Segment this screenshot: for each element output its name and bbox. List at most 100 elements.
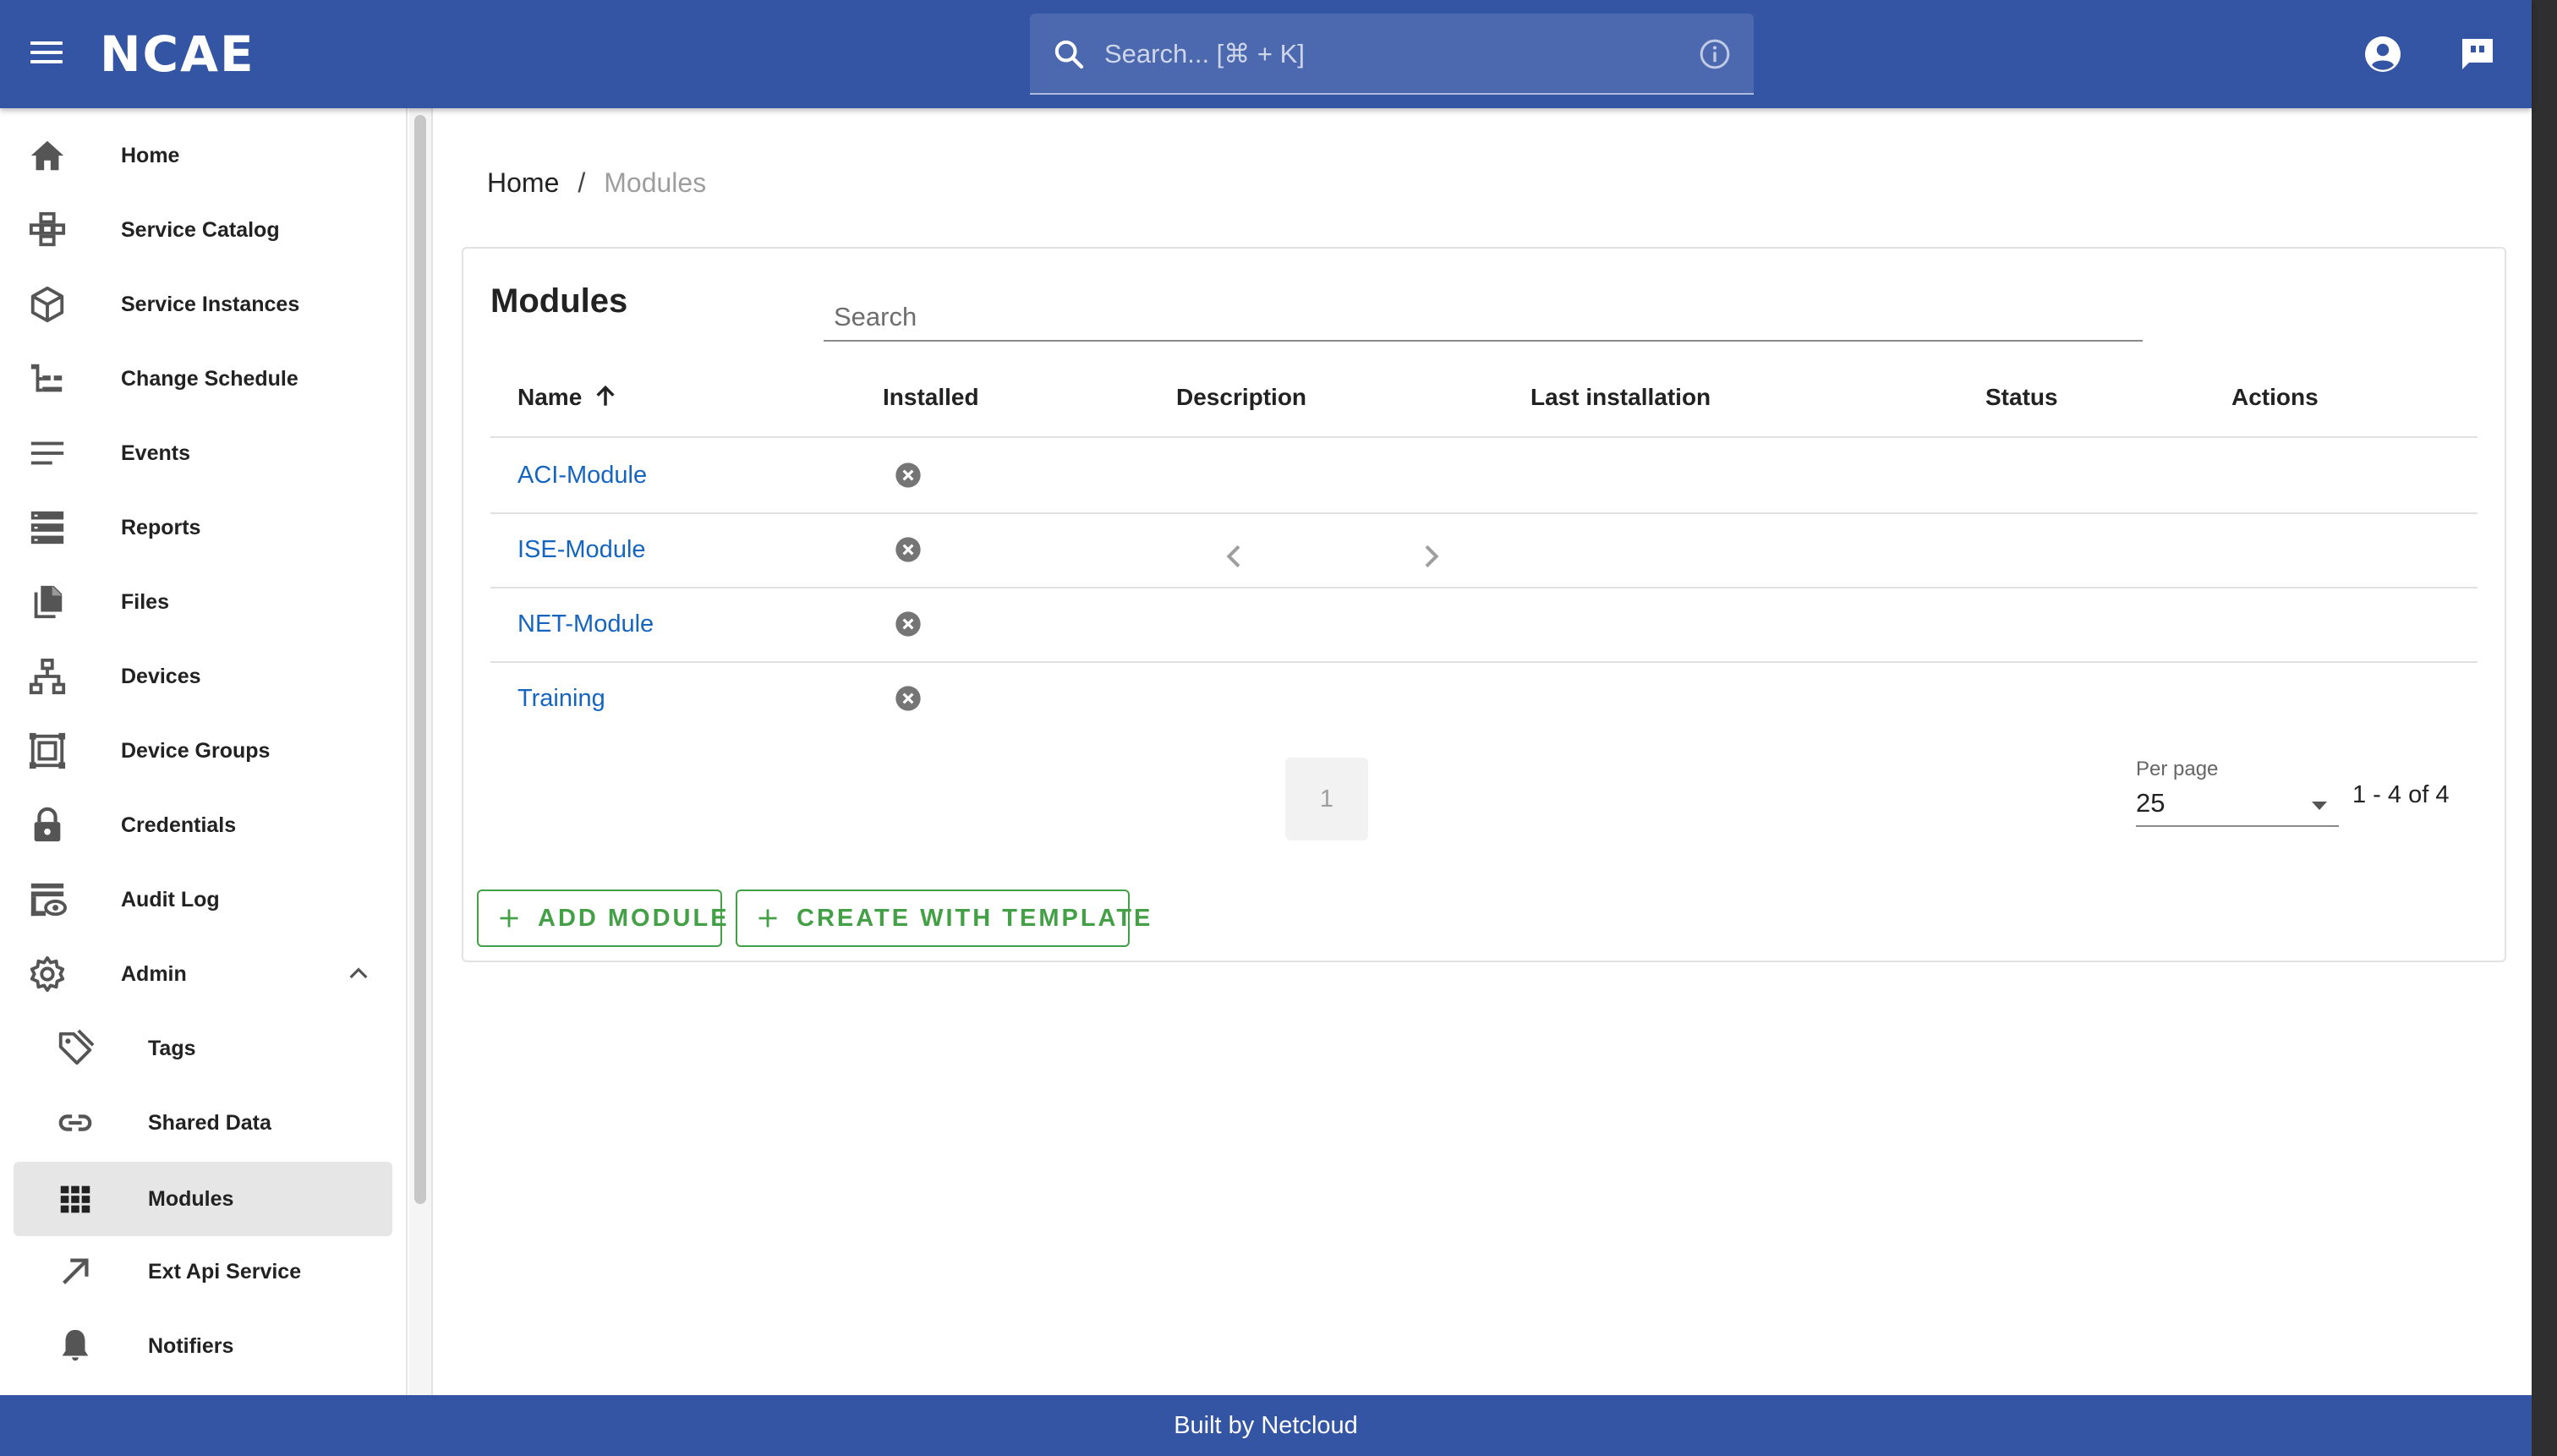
not-installed-icon xyxy=(895,611,921,637)
link-icon xyxy=(58,1114,92,1131)
sidebar-item-label: Ext Api Service xyxy=(148,1260,302,1284)
sidebar-item-shared-data[interactable]: Shared Data xyxy=(0,1086,406,1160)
sidebar-item-home[interactable]: Home xyxy=(0,118,406,193)
module-name-link[interactable]: NET-Module xyxy=(517,587,654,661)
info-icon[interactable] xyxy=(1698,37,1732,71)
sidebar-item-label: Device Groups xyxy=(121,739,271,763)
global-search-input[interactable] xyxy=(1103,29,1664,79)
sidebar-item-label: Reports xyxy=(121,516,201,539)
module-name-link[interactable]: ACI-Module xyxy=(517,438,647,512)
app-logo[interactable]: NCAE xyxy=(100,22,255,86)
sidebar-item-modules[interactable]: Modules xyxy=(14,1162,392,1236)
pagination-range: 1 - 4 of 4 xyxy=(2352,781,2450,808)
sidebar-item-label: Shared Data xyxy=(148,1111,271,1135)
sidebar-divider xyxy=(406,108,408,1395)
column-header-last-installation[interactable]: Last installation xyxy=(1530,380,1711,414)
search-icon xyxy=(1054,40,1084,69)
bell-icon xyxy=(62,1329,89,1361)
device-groups-icon xyxy=(29,732,66,769)
home-icon xyxy=(30,140,64,171)
chevron-right-icon[interactable] xyxy=(1414,539,1448,573)
per-page-label: Per page xyxy=(2136,758,2219,780)
network-icon xyxy=(29,658,66,695)
table-row: Training xyxy=(490,661,2478,736)
sidebar-item-service-catalog[interactable]: Service Catalog xyxy=(0,193,406,267)
sidebar-item-label: Audit Log xyxy=(121,888,220,911)
dropdown-caret-icon xyxy=(2312,802,2327,810)
not-installed-icon xyxy=(895,463,921,488)
create-with-template-button[interactable]: CREATE WITH TEMPLATE xyxy=(736,889,1150,947)
per-page-value: 25 xyxy=(2136,788,2166,818)
sidebar-item-label: Notifiers xyxy=(148,1334,234,1358)
sidebar-item-label: Admin xyxy=(121,962,187,986)
sidebar-item-label: Events xyxy=(121,441,190,465)
top-app-bar: NCAE xyxy=(0,0,2532,108)
feedback-icon[interactable] xyxy=(2457,34,2498,74)
sidebar-item-ext-api-service[interactable]: Ext Api Service xyxy=(0,1234,406,1309)
sidebar-item-notifiers[interactable]: Notifiers xyxy=(0,1309,406,1383)
tag-icon xyxy=(58,1029,95,1065)
breadcrumb: Home / Modules xyxy=(487,166,706,200)
add-module-label: ADD MODULE xyxy=(538,905,730,932)
plus-icon xyxy=(758,909,777,928)
sidebar-item-label: Home xyxy=(121,144,180,167)
sidebar-item-files[interactable]: Files xyxy=(0,565,406,639)
breadcrumb-separator: / xyxy=(578,167,586,198)
sidebar-item-service-instances[interactable]: Service Instances xyxy=(0,267,406,342)
sidebar-item-label: Tags xyxy=(148,1037,196,1060)
reports-icon xyxy=(30,511,64,545)
modules-card: Modules Name Installed Description Last … xyxy=(462,247,2506,962)
sidebar-item-tags[interactable]: Tags xyxy=(0,1011,406,1086)
global-search[interactable] xyxy=(1030,14,1754,95)
gear-icon xyxy=(30,955,65,993)
sidebar-item-events[interactable]: Events xyxy=(0,416,406,490)
not-installed-icon xyxy=(895,686,921,711)
chevron-left-icon[interactable] xyxy=(1218,539,1251,573)
account-icon[interactable] xyxy=(2363,34,2403,74)
table-row: ACI-Module xyxy=(490,438,2478,512)
pagination-page-1[interactable]: 1 xyxy=(1285,758,1368,840)
module-name-link[interactable]: ISE-Module xyxy=(517,512,646,587)
cube-icon xyxy=(30,286,64,323)
window-edge xyxy=(2532,0,2557,1456)
catalog-icon xyxy=(29,211,66,247)
sort-arrow-up-icon[interactable] xyxy=(592,383,619,410)
column-header-label: Name xyxy=(517,384,583,410)
breadcrumb-home-link[interactable]: Home xyxy=(487,167,559,198)
sidebar-item-audit-log[interactable]: Audit Log xyxy=(0,862,406,937)
schedule-icon xyxy=(30,364,63,392)
sidebar-scroll-thumb[interactable] xyxy=(414,115,426,1204)
modules-search-input[interactable] xyxy=(824,294,2143,342)
sidebar-item-device-groups[interactable]: Device Groups xyxy=(0,714,406,788)
footer: Built by Netcloud xyxy=(0,1395,2532,1456)
sidebar-item-devices[interactable]: Devices xyxy=(0,639,406,714)
add-module-button[interactable]: ADD MODULE xyxy=(477,889,727,947)
sidebar-item-admin[interactable]: Admin xyxy=(0,937,406,1011)
sidebar-item-label: Service Instances xyxy=(121,293,300,316)
sidebar-item-credentials[interactable]: Credentials xyxy=(0,788,406,862)
module-name-link[interactable]: Training xyxy=(517,661,605,736)
table-row: NET-Module xyxy=(490,587,2478,661)
column-header-actions: Actions xyxy=(2231,384,2319,410)
sidebar-item-label: Change Schedule xyxy=(121,367,298,391)
column-header-name[interactable]: Name xyxy=(517,380,619,414)
per-page-select[interactable]: 25 xyxy=(2136,785,2339,827)
menu-icon[interactable] xyxy=(27,36,66,73)
sidebar-item-label: Devices xyxy=(121,665,201,688)
grid-icon xyxy=(60,1185,90,1213)
content-divider xyxy=(431,108,433,1395)
lock-icon xyxy=(34,807,61,842)
files-icon xyxy=(34,585,63,619)
sidebar-item-label: Files xyxy=(121,590,169,614)
arrow-up-right-icon xyxy=(63,1258,89,1284)
table-row: ISE-Module xyxy=(490,512,2478,587)
sidebar-item-label: Modules xyxy=(148,1187,234,1211)
column-header-installed[interactable]: Installed xyxy=(883,380,979,414)
column-header-status[interactable]: Status xyxy=(1985,380,2058,414)
sidebar-item-change-schedule[interactable]: Change Schedule xyxy=(0,342,406,416)
plus-icon xyxy=(500,909,518,928)
chevron-up-icon[interactable] xyxy=(345,961,372,988)
sidebar-item-reports[interactable]: Reports xyxy=(0,490,406,565)
column-header-description[interactable]: Description xyxy=(1176,380,1306,414)
breadcrumb-current: Modules xyxy=(604,167,707,198)
